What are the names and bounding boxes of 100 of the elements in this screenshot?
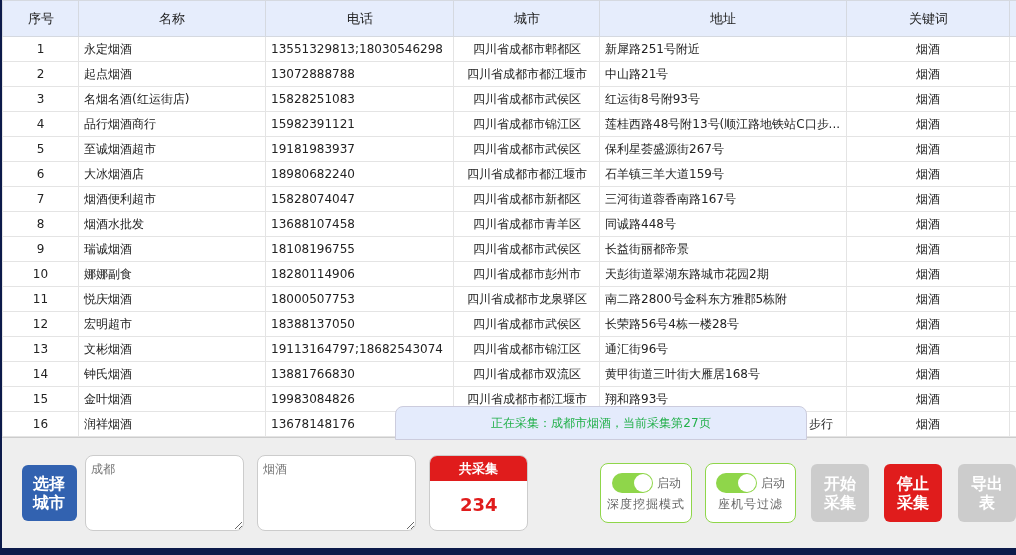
- table-cell: 四川省成都市武侯区: [453, 86, 600, 112]
- table-cell: 瑞诚烟酒: [78, 236, 266, 262]
- table-cell: 5: [2, 136, 79, 162]
- counter-title: 共采集: [430, 456, 528, 481]
- table-cell: 13688107458: [265, 211, 454, 237]
- table-cell: 烟酒便利超市: [78, 186, 266, 212]
- table-cell: 文彬烟酒: [78, 336, 266, 362]
- table-cell: 18280114906: [265, 261, 454, 287]
- table-cell: 起点烟酒: [78, 61, 266, 87]
- table-cell: 通汇街96号: [599, 336, 847, 362]
- table-cell: 2: [2, 61, 79, 87]
- table-cell: 10: [2, 261, 79, 287]
- table-cell: 烟酒: [846, 161, 1010, 187]
- table-cell: 烟酒: [846, 136, 1010, 162]
- table-cell: 烟酒: [846, 186, 1010, 212]
- table-cell: 烟酒: [846, 36, 1010, 62]
- toggle-label: 启动: [760, 475, 785, 492]
- table-cell: 钟氏烟酒: [78, 361, 266, 387]
- table-cell: 15828074047: [265, 186, 454, 212]
- table-cell: 保利星荟盛源街267号: [599, 136, 847, 162]
- column-header[interactable]: 名称: [78, 0, 266, 37]
- table-cell: 6: [2, 161, 79, 187]
- table-cell: 名烟名酒(红运街店): [78, 86, 266, 112]
- column-header[interactable]: 电话: [265, 0, 454, 37]
- table-cell: 四川省成都市郫都区: [453, 36, 600, 62]
- city-input[interactable]: 成都: [84, 455, 245, 531]
- table-cell: 1: [2, 36, 79, 62]
- table-cell: 四川省成都市新都区: [453, 186, 600, 212]
- table-cell: 南二路2800号金科东方雅郡5栋附: [599, 286, 847, 312]
- table-cell: 15982391121: [265, 111, 454, 137]
- column-header[interactable]: 地址: [599, 0, 847, 37]
- table-cell: 18388137050: [265, 311, 454, 337]
- toggle-switch[interactable]: [611, 473, 653, 493]
- table-cell: 12: [2, 311, 79, 337]
- keyword-input[interactable]: 烟酒: [257, 455, 417, 531]
- table-cell: 18980682240: [265, 161, 454, 187]
- table-cell: 四川省成都市双流区: [453, 361, 600, 387]
- table-cell: 烟酒: [846, 86, 1010, 112]
- table-cell: 18108196755: [265, 236, 454, 262]
- toggle-caption: 座机号过滤: [717, 496, 783, 513]
- table-cell: 烟酒: [846, 211, 1010, 237]
- table-cell: 莲桂西路48号附13号(顺江路地铁站C口步...: [599, 111, 847, 137]
- table-cell: 黄甲街道三叶街大雁居168号: [599, 361, 847, 387]
- column-header[interactable]: 城市: [453, 0, 600, 37]
- table-cell: 宏明超市: [78, 311, 266, 337]
- table-cell: 同诚路448号: [599, 211, 847, 237]
- table-cell: 烟酒: [846, 361, 1010, 387]
- table-cell: 7: [2, 186, 79, 212]
- table-cell: 烟酒: [846, 61, 1010, 87]
- table-cell: 19113164797;18682543074: [265, 336, 454, 362]
- table-cell: 四川省成都市彭州市: [453, 261, 600, 287]
- table-cell: 15828251083: [265, 86, 454, 112]
- table-cell: 烟酒: [846, 286, 1010, 312]
- table-cell: 13072888788: [265, 61, 454, 87]
- stop-button[interactable]: 停止 采集: [884, 464, 942, 522]
- column-header[interactable]: 关键词: [846, 0, 1010, 37]
- table-cell: 长荣路56号4栋一楼28号: [599, 311, 847, 337]
- table-cell: 四川省成都市青羊区: [453, 211, 600, 237]
- table-cell: 金叶烟酒: [78, 386, 266, 412]
- table-cell: 四川省成都市武侯区: [453, 311, 600, 337]
- table-cell: 4: [2, 111, 79, 137]
- table-cell: 19181983937: [265, 136, 454, 162]
- table-cell: 大冰烟酒店: [78, 161, 266, 187]
- table-cell: 四川省成都市都江堰市: [453, 61, 600, 87]
- table-cell: 永定烟酒: [78, 36, 266, 62]
- table-cell: 红运街8号附93号: [599, 86, 847, 112]
- table-cell: 烟酒: [846, 111, 1010, 137]
- table-cell: 9: [2, 236, 79, 262]
- table-cell: 11: [2, 286, 79, 312]
- table-cell: 四川省成都市都江堰市: [453, 161, 600, 187]
- table-cell: 烟酒: [846, 311, 1010, 337]
- table-cell: 18000507753: [265, 286, 454, 312]
- status-toast: 正在采集：成都市烟酒，当前采集第27页: [395, 406, 807, 440]
- table-cell: 四川省成都市锦江区: [453, 336, 600, 362]
- table-cell: 烟酒: [846, 236, 1010, 262]
- counter-value: 234: [459, 493, 499, 517]
- table-cell: 中山路21号: [599, 61, 847, 87]
- table-cell: 石羊镇三羊大道159号: [599, 161, 847, 187]
- table-cell: 烟酒水批发: [78, 211, 266, 237]
- table-cell: 润祥烟酒: [78, 411, 266, 437]
- table-cell: 四川省成都市龙泉驿区: [453, 286, 600, 312]
- table-cell: 娜娜副食: [78, 261, 266, 287]
- toggle-switch[interactable]: [715, 473, 757, 493]
- table-cell: 品行烟酒商行: [78, 111, 266, 137]
- table-cell: 四川省成都市武侯区: [453, 136, 600, 162]
- table-cell: 8: [2, 211, 79, 237]
- table-cell: 四川省成都市武侯区: [453, 236, 600, 262]
- table-cell: 烟酒: [846, 336, 1010, 362]
- table-cell: 烟酒: [846, 261, 1010, 287]
- table-cell: 四川省成都市锦江区: [453, 111, 600, 137]
- toggle-label: 启动: [656, 475, 681, 492]
- table-cell: 15: [2, 386, 79, 412]
- table-cell: 天彭街道翠湖东路城市花园2期: [599, 261, 847, 287]
- table-cell: 至诚烟酒超市: [78, 136, 266, 162]
- select-city-button[interactable]: 选择 城市: [22, 465, 77, 521]
- column-header[interactable]: 序号: [2, 0, 79, 37]
- table-cell: 14: [2, 361, 79, 387]
- table-cell: 烟酒: [846, 411, 1010, 437]
- table-cell: 新犀路251号附近: [599, 36, 847, 62]
- table-cell: 烟酒: [846, 386, 1010, 412]
